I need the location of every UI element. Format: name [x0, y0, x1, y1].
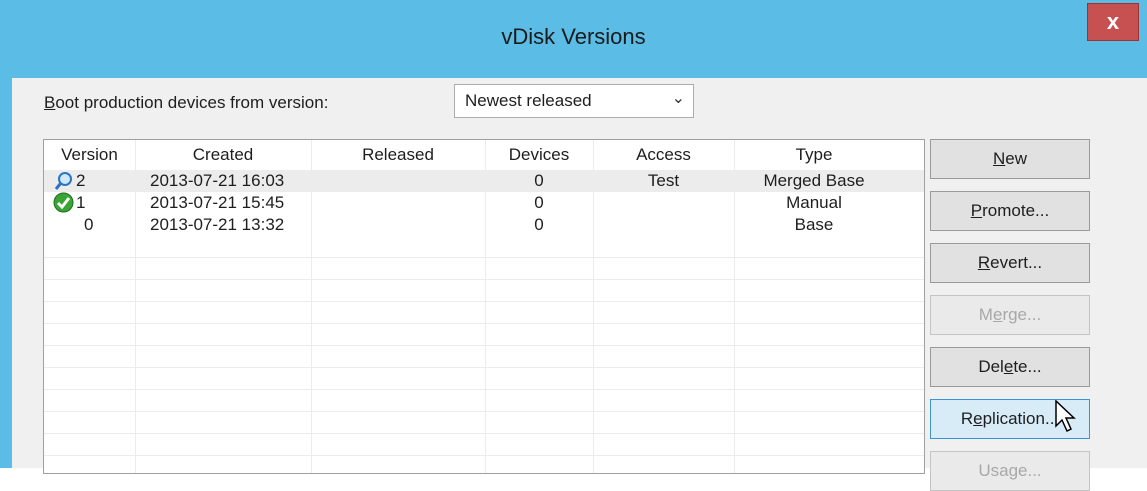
delete-button[interactable]: Delete...: [930, 347, 1090, 387]
revert-button[interactable]: Revert...: [930, 243, 1090, 283]
column-header-type[interactable]: Type: [734, 145, 894, 165]
list-header: Version Created Released Devices Access …: [44, 140, 924, 171]
row-access: Test: [647, 171, 680, 190]
row-version: 0: [84, 215, 94, 234]
chevron-down-icon[interactable]: ⌄: [672, 88, 685, 108]
title-bar[interactable]: vDisk Versions x: [0, 0, 1147, 78]
row-created: 2013-07-21 16:03: [150, 171, 285, 190]
close-button[interactable]: x: [1087, 3, 1139, 41]
usage-button: Usage...: [930, 451, 1090, 491]
row-type: Manual: [786, 193, 842, 212]
boot-version-dropdown[interactable]: Newest released ⌄: [454, 84, 694, 118]
row-version: 1: [76, 193, 86, 212]
column-header-access[interactable]: Access: [593, 145, 734, 165]
row-type: Base: [794, 215, 834, 234]
row-created: 2013-07-21 13:32: [150, 215, 285, 234]
table-row[interactable]: 1 2013-07-21 15:45 0 Manual: [44, 192, 924, 214]
table-row[interactable]: 2 2013-07-21 16:03 0 Test Merged Base: [44, 170, 924, 192]
boot-label-mnemonic: B: [44, 93, 56, 112]
dialog-body: Boot production devices from version: Ne…: [12, 78, 1147, 491]
row-version: 2: [76, 171, 86, 190]
boot-label-text: oot production devices from version:: [55, 93, 329, 112]
column-header-created[interactable]: Created: [135, 145, 311, 165]
new-button[interactable]: New: [930, 139, 1090, 179]
window-title: vDisk Versions: [501, 24, 646, 49]
promote-button[interactable]: Promote...: [930, 191, 1090, 231]
row-devices: 0: [534, 193, 544, 212]
row-devices: 0: [534, 215, 544, 234]
row-devices: 0: [534, 171, 544, 190]
column-header-devices[interactable]: Devices: [485, 145, 593, 165]
column-header-released[interactable]: Released: [311, 145, 485, 165]
row-created: 2013-07-21 15:45: [150, 193, 285, 212]
table-row[interactable]: 0 2013-07-21 13:32 0 Base: [44, 214, 924, 236]
vdisk-versions-window: vDisk Versions x Boot production devices…: [0, 0, 1147, 491]
mouse-pointer-icon: [1055, 400, 1076, 433]
versions-list[interactable]: Version Created Released Devices Access …: [43, 139, 925, 474]
boot-version-label: Boot production devices from version:: [44, 93, 328, 113]
column-header-version[interactable]: Version: [44, 145, 135, 165]
magnifier-icon: [54, 172, 72, 190]
boot-version-selected: Newest released: [465, 91, 592, 110]
checkmark-icon: [53, 192, 74, 213]
row-type: Merged Base: [763, 171, 865, 190]
merge-button: Merge...: [930, 295, 1090, 335]
